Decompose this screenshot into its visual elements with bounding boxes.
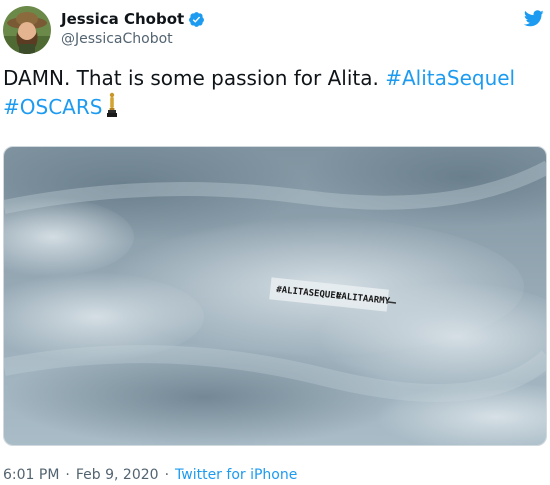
- verified-badge-icon: [188, 11, 205, 28]
- tweet-metadata: 6:01 PM · Feb 9, 2020 · Twitter for iPhone: [3, 466, 297, 484]
- meta-separator: ·: [65, 467, 70, 483]
- hashtag-oscars[interactable]: #OSCARS: [3, 95, 102, 119]
- tweet-media-photo[interactable]: #ALITASEQUEL #ALITAARMY: [3, 146, 547, 446]
- oscar-statuette-icon: [106, 92, 118, 118]
- tweet-source-link[interactable]: Twitter for iPhone: [175, 467, 297, 483]
- author-name-row[interactable]: Jessica Chobot: [61, 10, 205, 28]
- tweet-text-body: DAMN. That is some passion for Alita.: [3, 66, 386, 90]
- tweet-time[interactable]: 6:01 PM: [3, 467, 59, 483]
- tweet-date[interactable]: Feb 9, 2020: [76, 467, 159, 483]
- hashtag-alita-sequel[interactable]: #AlitaSequel: [385, 66, 515, 90]
- avatar[interactable]: [3, 6, 51, 54]
- author-handle[interactable]: @JessicaChobot: [61, 31, 173, 48]
- tweet-text: DAMN. That is some passion for Alita. #A…: [3, 64, 543, 121]
- meta-separator-2: ·: [164, 467, 170, 483]
- tweet-card: Jessica Chobot @JessicaChobot DAMN. That…: [0, 0, 550, 485]
- twitter-bird-icon[interactable]: [523, 10, 544, 27]
- display-name[interactable]: Jessica Chobot: [61, 10, 184, 28]
